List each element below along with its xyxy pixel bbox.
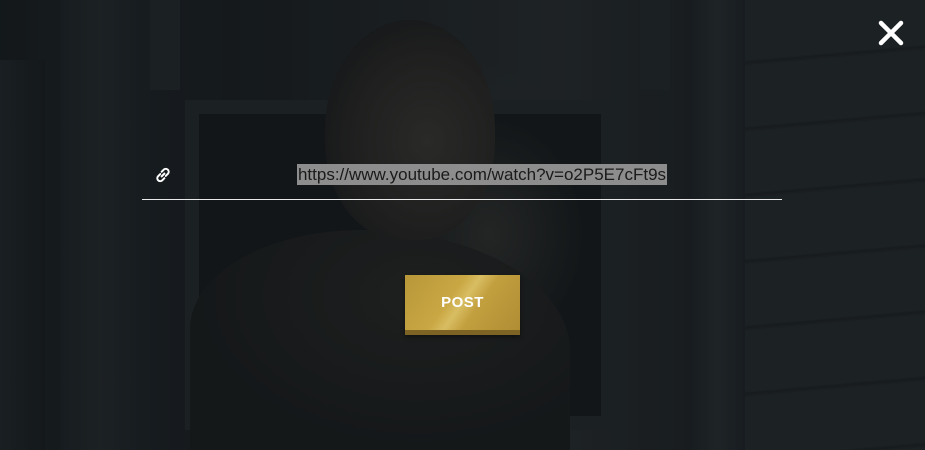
url-input[interactable]: https://www.youtube.com/watch?v=o2P5E7cF… (182, 160, 782, 190)
post-button[interactable]: POST (405, 275, 520, 335)
close-button[interactable] (875, 17, 907, 49)
link-icon (152, 164, 174, 186)
dim-overlay (0, 0, 925, 450)
url-field: https://www.youtube.com/watch?v=o2P5E7cF… (142, 152, 782, 200)
share-link-modal: https://www.youtube.com/watch?v=o2P5E7cF… (0, 0, 925, 450)
url-selected-text: https://www.youtube.com/watch?v=o2P5E7cF… (296, 164, 668, 185)
close-icon (878, 20, 904, 46)
